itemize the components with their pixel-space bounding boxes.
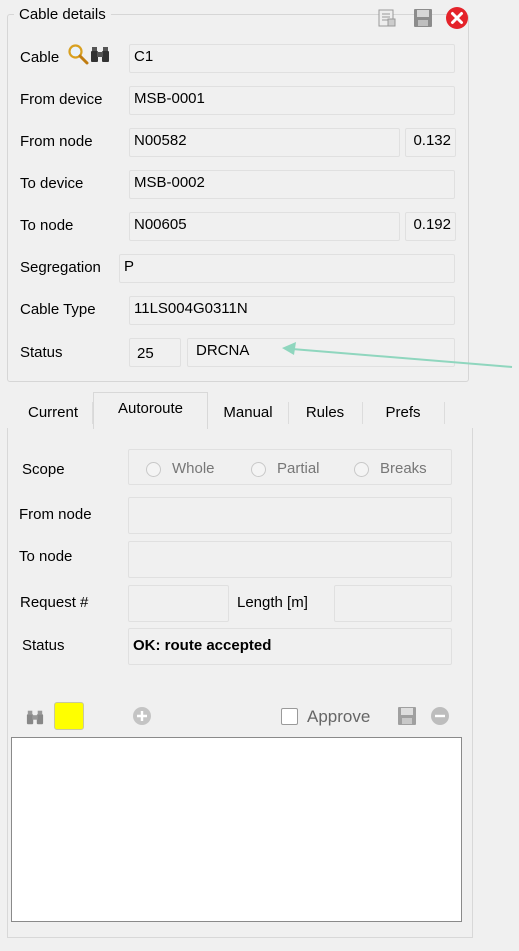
autoroute-status-label: Status [22, 637, 65, 654]
from-device-label: From device [20, 91, 103, 108]
status-code[interactable]: 25 [129, 338, 181, 367]
scope-partial-radio[interactable] [251, 462, 266, 477]
cable-value[interactable]: C1 [129, 44, 455, 73]
tab-rules[interactable]: Rules [289, 398, 361, 428]
cable-type-label: Cable Type [20, 301, 96, 318]
cable-details-title: Cable details [14, 6, 111, 23]
request-label: Request # [20, 594, 89, 611]
to-node-value[interactable]: N00605 [129, 212, 400, 241]
cable-type-value[interactable]: 11LS004G0311N [129, 296, 455, 325]
scope-breaks-radio[interactable] [354, 462, 369, 477]
tab-prefs[interactable]: Prefs [363, 398, 443, 428]
tab-current[interactable]: Current [14, 398, 92, 428]
to-device-label: To device [20, 175, 84, 192]
search-icon[interactable] [67, 43, 89, 65]
from-node-distance[interactable]: 0.132 [405, 128, 456, 157]
to-node-distance[interactable]: 0.192 [405, 212, 456, 241]
autoroute-from-node-label: From node [19, 506, 92, 523]
to-device-value[interactable]: MSB-0002 [129, 170, 455, 199]
from-node-value[interactable]: N00582 [129, 128, 400, 157]
autoroute-to-node-label: To node [19, 548, 73, 565]
scope-whole-label: Whole [172, 460, 215, 477]
save-icon[interactable] [397, 706, 417, 726]
binoculars-icon[interactable] [90, 44, 110, 64]
close-icon[interactable] [445, 6, 469, 30]
approve-checkbox[interactable] [281, 708, 298, 725]
segregation-value[interactable]: P [119, 254, 455, 283]
status-label: Status [20, 344, 63, 361]
remove-icon[interactable] [430, 706, 450, 726]
autoroute-status-value: OK: route accepted [128, 628, 452, 665]
scope-partial-label: Partial [277, 460, 320, 477]
scope-label: Scope [22, 461, 65, 478]
approve-label: Approve [307, 707, 371, 726]
tab-autoroute[interactable]: Autoroute [93, 392, 208, 429]
scope-breaks-label: Breaks [380, 460, 427, 477]
length-value[interactable] [334, 585, 452, 622]
add-icon[interactable] [132, 706, 152, 726]
binoculars-icon[interactable] [26, 708, 44, 726]
annotation-arrow [282, 342, 513, 368]
request-value[interactable] [128, 585, 229, 622]
length-label: Length [m] [237, 594, 308, 611]
route-list[interactable] [11, 737, 462, 922]
segregation-label: Segregation [20, 259, 101, 276]
scope-whole-radio[interactable] [146, 462, 161, 477]
to-node-label: To node [20, 217, 74, 234]
tab-separator [444, 402, 445, 424]
cable-label: Cable [20, 49, 60, 66]
tab-manual[interactable]: Manual [209, 398, 287, 428]
autoroute-to-node-value[interactable] [128, 541, 452, 578]
save-icon[interactable] [413, 8, 433, 28]
report-icon[interactable] [377, 8, 397, 28]
autoroute-from-node-value[interactable] [128, 497, 452, 534]
color-swatch-button[interactable] [54, 702, 84, 730]
from-node-label: From node [20, 133, 93, 150]
from-device-value[interactable]: MSB-0001 [129, 86, 455, 115]
